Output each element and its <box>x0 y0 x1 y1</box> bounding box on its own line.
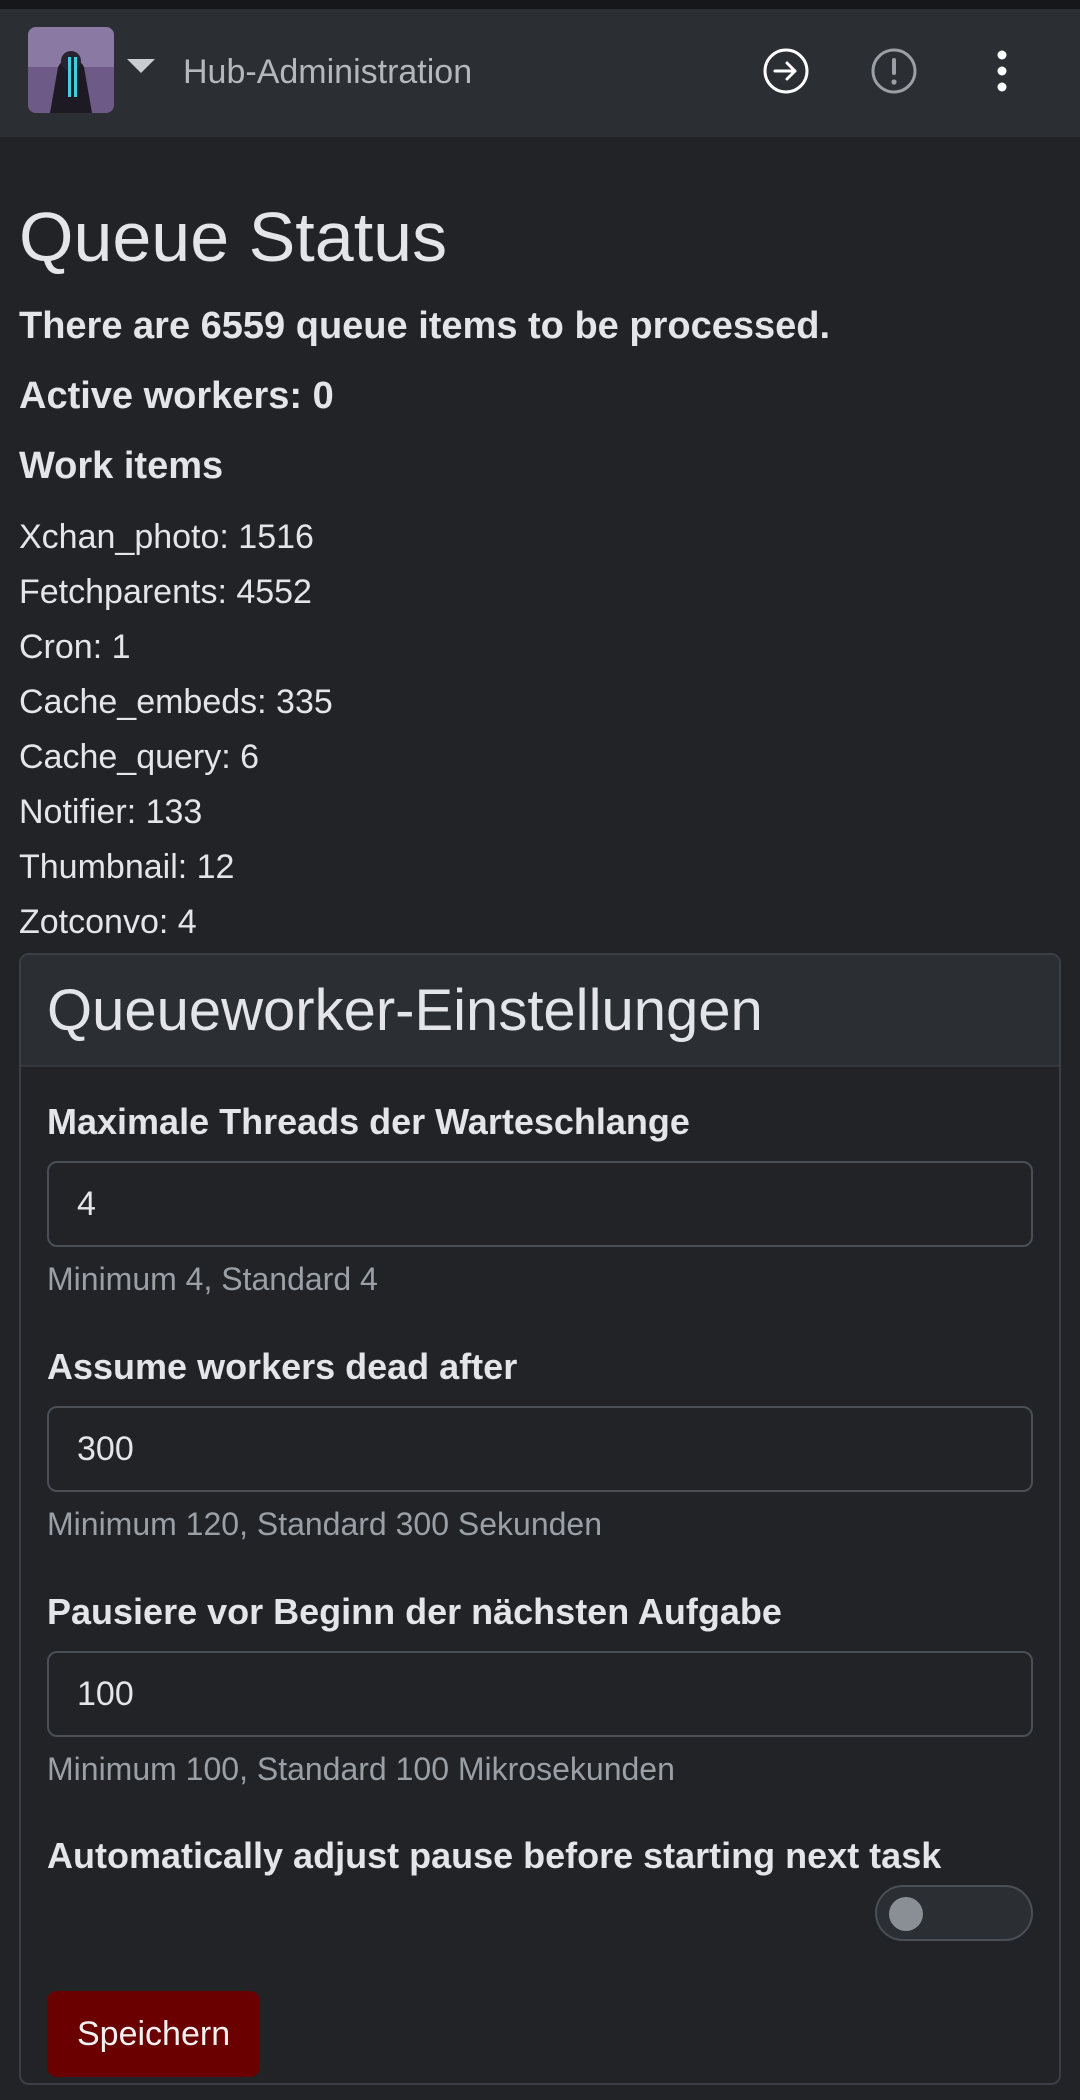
list-item: Cache_query: 6 <box>19 738 260 776</box>
max-threads-help: Minimum 4, Standard 4 <box>47 1261 378 1297</box>
auto-adjust-toggle[interactable] <box>875 1885 1033 1941</box>
max-threads-group: Maximale Threads der Warteschlange Minim… <box>47 1101 1033 1298</box>
pause-input[interactable] <box>47 1651 1033 1737</box>
list-item: Notifier: 133 <box>19 793 203 831</box>
dead-after-group: Assume workers dead after Minimum 120, S… <box>47 1346 1033 1543</box>
max-threads-input[interactable] <box>47 1161 1033 1247</box>
page-title: Queue Status <box>19 198 448 276</box>
list-item: Thumbnail: 12 <box>19 848 235 886</box>
work-items-heading: Work items <box>19 445 224 487</box>
pause-group: Pausiere vor Beginn der nächsten Aufgabe… <box>47 1591 1033 1788</box>
pause-label: Pausiere vor Beginn der nächsten Aufgabe <box>47 1591 782 1632</box>
active-workers: Active workers: 0 <box>19 375 334 417</box>
queueworker-settings-card: Queueworker-Einstellungen Maximale Threa… <box>19 953 1061 2085</box>
max-threads-label: Maximale Threads der Warteschlange <box>47 1101 690 1142</box>
queue-summary: There are 6559 queue items to be process… <box>19 305 831 347</box>
card-header: Queueworker-Einstellungen <box>21 955 1059 1067</box>
list-item: Cron: 1 <box>19 628 131 666</box>
list-item: Cache_embeds: 335 <box>19 683 333 721</box>
more-vertical-icon[interactable] <box>978 47 1026 95</box>
auto-adjust-label: Automatically adjust pause before starti… <box>47 1835 942 1876</box>
status-bar <box>0 0 1080 9</box>
card-title: Queueworker-Einstellungen <box>47 977 763 1043</box>
navbar-title[interactable]: Hub-Administration <box>183 53 472 92</box>
work-items-list: Xchan_photo: 1516 Fetchparents: 4552 Cro… <box>19 517 333 957</box>
toggle-knob <box>889 1897 923 1931</box>
save-button[interactable]: Speichern <box>47 1991 261 2077</box>
dead-after-label: Assume workers dead after <box>47 1346 518 1387</box>
chevron-down-icon[interactable] <box>127 59 155 73</box>
auto-adjust-group: Automatically adjust pause before starti… <box>47 1835 1033 1877</box>
exclamation-circle-icon[interactable] <box>870 47 918 95</box>
pause-help: Minimum 100, Standard 100 Mikrosekunden <box>47 1751 675 1787</box>
dead-after-help: Minimum 120, Standard 300 Sekunden <box>47 1506 603 1542</box>
list-item: Fetchparents: 4552 <box>19 573 312 611</box>
login-arrow-icon[interactable] <box>762 47 810 95</box>
dead-after-input[interactable] <box>47 1406 1033 1492</box>
list-item: Xchan_photo: 1516 <box>19 518 314 556</box>
list-item: Zotconvo: 4 <box>19 903 197 941</box>
avatar[interactable] <box>28 27 114 113</box>
navbar: Hub-Administration <box>0 9 1080 137</box>
